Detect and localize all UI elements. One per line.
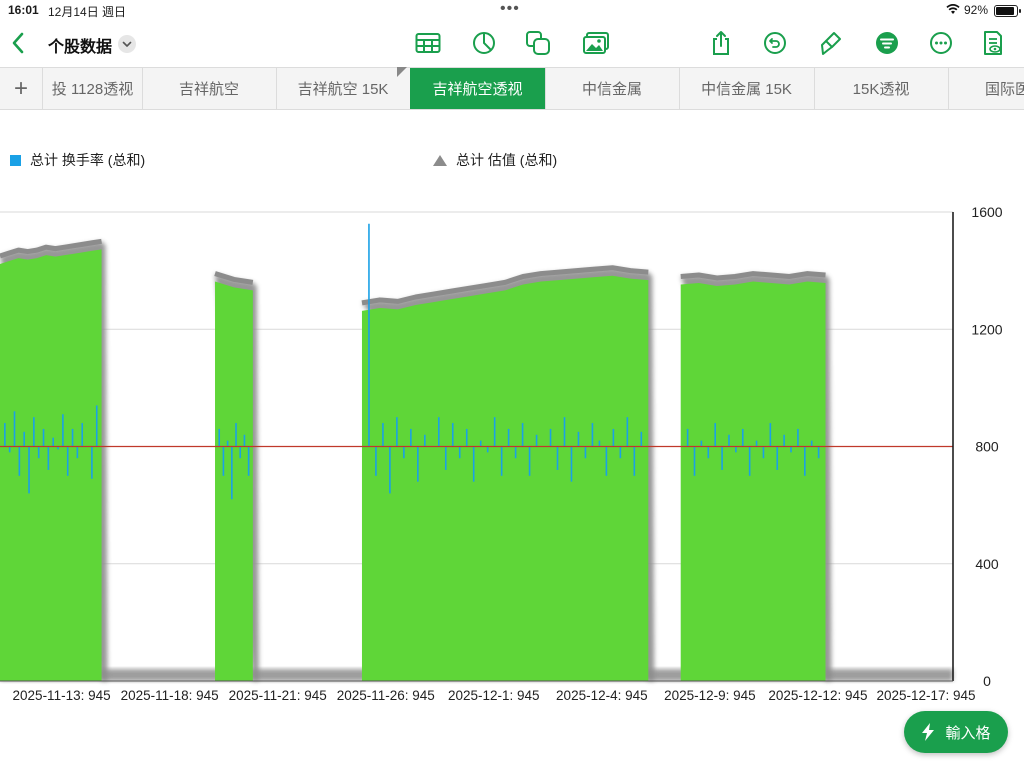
legend-item-valuation: 总计 估值 (总和) bbox=[433, 150, 557, 170]
x-tick-label: 2025-12-9: 945 bbox=[664, 688, 756, 703]
media-icon bbox=[583, 32, 609, 54]
tab-吉祥航空透视[interactable]: 吉祥航空透视 bbox=[410, 68, 546, 109]
x-tick-label: 2025-12-12: 945 bbox=[768, 688, 867, 703]
battery-fill bbox=[996, 7, 1015, 15]
status-bar: 16:01 12月14日 週日 ••• 92% bbox=[0, 0, 1024, 22]
shape-button[interactable] bbox=[523, 28, 553, 58]
doc-view-button[interactable] bbox=[978, 28, 1008, 58]
tab-label: 15K透视 bbox=[852, 81, 910, 98]
x-tick-label: 2025-11-26: 945 bbox=[337, 688, 435, 703]
share-button[interactable] bbox=[706, 28, 736, 58]
tab-label: 国际医 bbox=[985, 81, 1024, 98]
brush-icon bbox=[821, 32, 841, 55]
battery-cap bbox=[1019, 9, 1021, 13]
x-tick-label: 2025-12-4: 945 bbox=[556, 688, 648, 703]
tab-corner-marker bbox=[397, 67, 407, 77]
legend-label: 总计 估值 (总和) bbox=[456, 152, 558, 168]
table-button[interactable] bbox=[413, 28, 443, 58]
x-tick-label: 2025-12-17: 945 bbox=[876, 688, 975, 703]
y-tick-label: 400 bbox=[975, 556, 999, 572]
fab-label: 輸入格 bbox=[945, 724, 991, 742]
sheet-tabs: + 投 1128透视 吉祥航空 吉祥航空 15K 吉祥航空透视 中信金属 中信金… bbox=[0, 67, 1024, 110]
toolbar: 个股数据 bbox=[0, 22, 1024, 64]
status-time: 16:01 bbox=[8, 3, 39, 17]
tab-投1128透视[interactable]: 投 1128透视 bbox=[43, 68, 143, 109]
chart-button[interactable] bbox=[469, 28, 499, 58]
chart-icon bbox=[473, 32, 495, 54]
valuation-bar bbox=[680, 281, 826, 681]
more-button[interactable] bbox=[926, 28, 956, 58]
add-sheet-button[interactable]: + bbox=[0, 68, 43, 109]
tab-吉祥航空15k[interactable]: 吉祥航空 15K bbox=[276, 68, 411, 109]
organize-button[interactable] bbox=[872, 28, 902, 58]
x-tick-label: 2025-11-18: 945 bbox=[121, 688, 219, 703]
legend-swatch-triangle bbox=[433, 154, 447, 166]
share-icon bbox=[713, 31, 729, 55]
tab-label: 吉祥航空透视 bbox=[432, 81, 523, 98]
tab-中信金属[interactable]: 中信金属 bbox=[545, 68, 680, 109]
tab-吉祥航空[interactable]: 吉祥航空 bbox=[142, 68, 277, 109]
valuation-bar bbox=[215, 281, 253, 681]
tab-国际医[interactable]: 国际医 bbox=[948, 68, 1024, 109]
table-icon bbox=[415, 33, 441, 53]
battery-icon bbox=[994, 5, 1021, 17]
y-tick-label: 1200 bbox=[971, 321, 1002, 337]
chart-area: 0 400 800 1200 1600 2025-11-13: 945 2025-11-18… bbox=[0, 204, 1003, 703]
doc-view-icon bbox=[984, 31, 1002, 55]
input-cell-button[interactable]: 輸入格 bbox=[904, 711, 1008, 753]
y-tick-label: 800 bbox=[975, 439, 999, 455]
valuation-bar bbox=[361, 275, 649, 681]
legend-swatch-square bbox=[10, 154, 21, 166]
x-tick-label: 2025-11-21: 945 bbox=[229, 688, 327, 703]
undo-button[interactable] bbox=[760, 28, 790, 58]
organize-icon bbox=[876, 32, 898, 54]
x-tick-label: 2025-12-1: 945 bbox=[448, 688, 540, 703]
document-title[interactable]: 个股数据 bbox=[48, 33, 112, 57]
y-tick-label: 1600 bbox=[971, 204, 1002, 220]
bolt-icon bbox=[922, 723, 935, 741]
wifi-icon bbox=[946, 4, 960, 14]
y-tick-label: 0 bbox=[983, 673, 991, 689]
tab-label: 投 1128透视 bbox=[51, 81, 134, 98]
undo-icon bbox=[764, 32, 786, 54]
shape-icon bbox=[526, 31, 550, 55]
media-button[interactable] bbox=[581, 28, 611, 58]
legend-item-turnover: 总计 换手率 (总和) bbox=[10, 150, 145, 170]
battery-percent: 92% bbox=[964, 3, 989, 17]
tab-label: 中信金属 15K bbox=[701, 81, 792, 98]
tab-中信金属15k[interactable]: 中信金属 15K bbox=[679, 68, 815, 109]
chevron-down-icon[interactable] bbox=[118, 35, 136, 53]
tab-label: 吉祥航空 15K bbox=[297, 81, 389, 98]
tab-15k透视[interactable]: 15K透视 bbox=[814, 68, 949, 109]
tab-label: 中信金属 bbox=[581, 81, 642, 98]
x-tick-label: 2025-11-13: 945 bbox=[13, 688, 111, 703]
valuation-bar bbox=[0, 249, 102, 681]
multitask-dots-icon[interactable]: ••• bbox=[500, 0, 520, 18]
back-icon[interactable] bbox=[8, 30, 30, 56]
legend-label: 总计 换手率 (总和) bbox=[30, 152, 146, 168]
tab-label: 吉祥航空 bbox=[178, 81, 239, 98]
status-date: 12月14日 週日 bbox=[48, 5, 127, 19]
more-icon bbox=[930, 32, 952, 54]
format-button[interactable] bbox=[816, 28, 846, 58]
